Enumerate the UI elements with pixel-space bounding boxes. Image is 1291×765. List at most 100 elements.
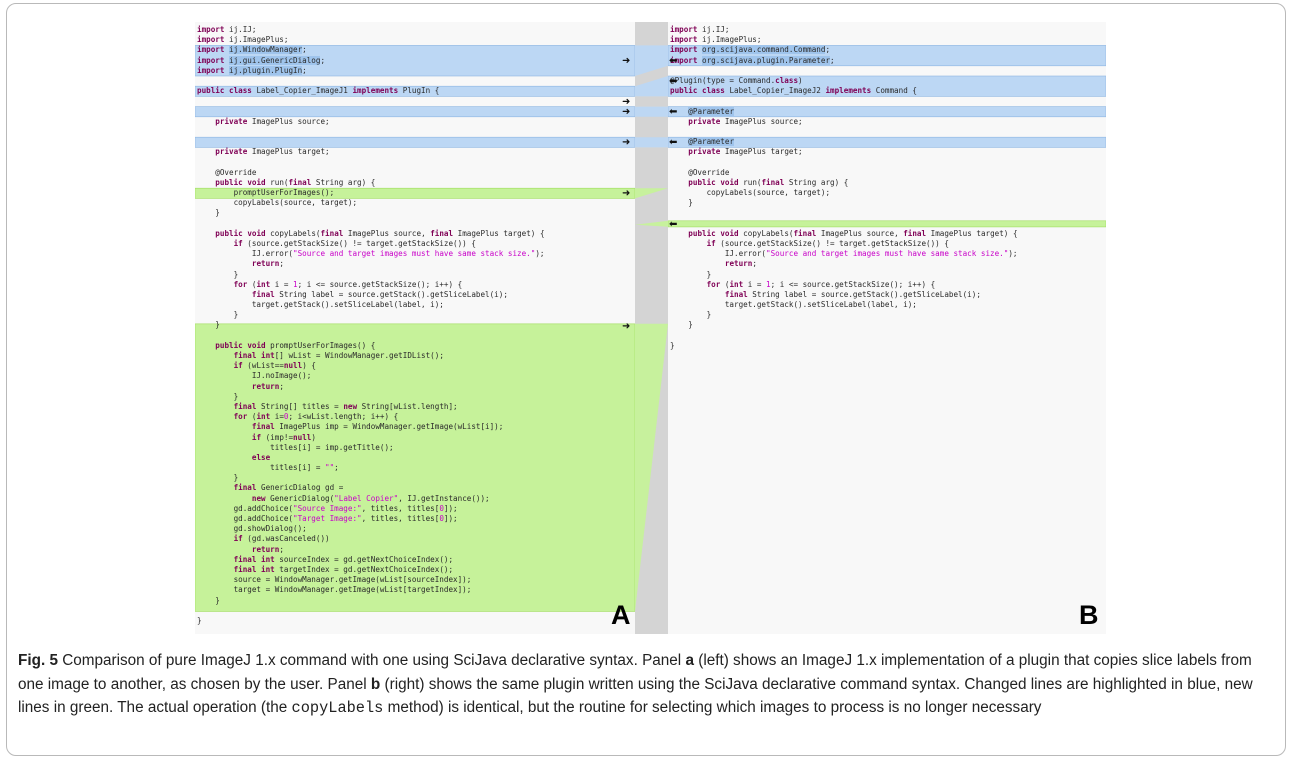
a-code-line [197, 127, 545, 137]
a-code-line: @Override [197, 167, 257, 177]
diff-gutter [635, 22, 668, 634]
a-code-line: public void promptUserForImages() { [215, 340, 376, 350]
a-code-line: final String[] titles = new String[wList… [233, 401, 458, 411]
a-code-line: IJ.noImage(); [197, 371, 312, 381]
b-code-line: for (int i = 1; i <= source.getStackSize… [706, 279, 936, 289]
a-code-line: source = WindowManager.getImage(wList[so… [197, 575, 472, 585]
caption-panel-b: b [370, 675, 381, 693]
a-code-line: return; [251, 381, 284, 391]
b-code-line: } [670, 340, 675, 350]
a-code-line: gd.showDialog(); [197, 524, 307, 534]
b-code-line: @Parameter [688, 106, 735, 116]
b-code-line [670, 331, 1018, 341]
a-code-line: target.getStack().setSliceLabel(label, i… [197, 300, 444, 310]
a-code-line [197, 157, 545, 167]
caption-text-1: Comparison of pure ImageJ 1.x command wi… [57, 652, 686, 669]
b-code-line: public void copyLabels(final ImagePlus s… [688, 228, 1018, 238]
a-code-line: import ij.WindowManager; [197, 45, 307, 55]
a-code-line: final String label = source.getStack().g… [251, 289, 508, 299]
b-code-line: target.getStack().setSliceLabel(label, i… [670, 300, 917, 310]
b-code-line: } [670, 310, 712, 320]
a-code-line: } [197, 269, 239, 279]
b-code-line [670, 157, 1018, 167]
a-code-line: if (gd.wasCanceled()) [233, 534, 330, 544]
b-code-line: private ImagePlus source; [688, 116, 803, 126]
a-code-line: titles[i] = imp.getTitle(); [197, 442, 394, 452]
a-code-line: public void copyLabels(final ImagePlus s… [215, 228, 545, 238]
b-code-line: return; [724, 259, 757, 269]
a-code-line: } [197, 391, 239, 401]
a-code-line: final int targetIndex = gd.getNextChoice… [233, 564, 454, 574]
a-code-line: } [197, 208, 220, 218]
b-code-line: @Plugin(type = Command.class) [670, 75, 803, 85]
a-code-line: public class Label_Copier_ImageJ1 implem… [197, 86, 440, 96]
a-code-line [197, 96, 545, 106]
b-code-line: @Override [670, 167, 730, 177]
a-code-line: final int sourceIndex = gd.getNextChoice… [233, 554, 454, 564]
a-code-line: private ImagePlus target; [215, 147, 330, 157]
a-code-line: } [197, 473, 239, 483]
a-code-line: return; [251, 544, 284, 554]
a-code-line: gd.addChoice("Source Image:", titles, ti… [197, 503, 458, 513]
diff-panel-b: import ij.IJ; import ij.ImagePlus; import … [668, 22, 1106, 634]
a-code-line: } [197, 595, 220, 605]
a-code-line: titles[i] = ""; [197, 463, 339, 473]
a-code-line [197, 606, 545, 616]
figure-caption: Fig. 5 Comparison of pure ImageJ 1.x com… [18, 649, 1276, 721]
b-code-line: } [670, 269, 712, 279]
b-code-line [670, 219, 1018, 229]
panel-label-b: B [1079, 600, 1099, 630]
caption-panel-a: a [685, 652, 694, 669]
caption-code: copyLabels [291, 699, 384, 717]
b-code-line: public void run(final String arg) { [688, 177, 849, 187]
a-code-line: if (source.getStackSize() != target.getS… [233, 238, 476, 248]
a-code-line: new GenericDialog("Label Copier", IJ.get… [251, 493, 490, 503]
b-code-line: import ij.IJ; [670, 25, 730, 34]
a-code-line: import ij.plugin.PlugIn; [197, 65, 307, 75]
a-code-line [197, 107, 545, 117]
code-block-b: import ij.IJ; import ij.ImagePlus; import … [670, 25, 1018, 351]
panel-label-a: A [611, 600, 631, 630]
b-code-line: } [670, 320, 693, 330]
a-code-line: } [197, 615, 202, 625]
b-code-line: } [670, 198, 693, 208]
caption-text-4: method) is identical, but the routine fo… [383, 699, 1042, 716]
a-code-line: import ij.gui.GenericDialog; [197, 55, 326, 65]
a-code-line: } [197, 310, 239, 320]
a-code-line: gd.addChoice("Target Image:", titles, ti… [197, 514, 458, 523]
b-code-line: public class Label_Copier_ImageJ2 implem… [670, 86, 917, 96]
a-code-line: else [251, 452, 271, 462]
a-code-line: promptUserForImages(); [197, 188, 335, 197]
a-code-line: copyLabels(source, target); [197, 198, 358, 208]
b-code-line: import org.scijava.command.Command; [670, 45, 831, 55]
a-code-line: return; [251, 259, 284, 269]
b-code-line [670, 208, 1018, 218]
a-code-line: if (wList==null) { [233, 361, 316, 371]
b-code-line: import org.scijava.plugin.Parameter; [670, 55, 835, 65]
a-code-line: final int[] wList = WindowManager.getIDL… [233, 351, 444, 360]
a-code-line: final ImagePlus imp = WindowManager.getI… [251, 422, 504, 432]
a-code-line: import ij.ImagePlus; [197, 35, 289, 45]
a-code-line [197, 137, 545, 147]
b-code-line [670, 66, 1018, 76]
b-code-line: import ij.ImagePlus; [670, 35, 762, 45]
a-code-line: target = WindowManager.getImage(wList[ta… [197, 585, 472, 595]
b-code-line: @Parameter [688, 137, 735, 147]
a-code-line [197, 219, 545, 229]
a-code-line: for (int i=0; i<wList.length; i++) { [233, 412, 399, 422]
b-code-line [670, 96, 1018, 106]
caption-label: Fig. 5 [18, 652, 58, 669]
a-code-line: final GenericDialog gd = [233, 483, 344, 493]
a-code-line [197, 76, 545, 86]
b-code-line: IJ.error("Source and target images must … [670, 249, 1018, 259]
b-code-line [670, 127, 1018, 137]
diff-panel-a: import ij.IJ; import ij.ImagePlus; import … [195, 22, 635, 634]
b-code-line: final String label = source.getStack().g… [724, 289, 981, 299]
b-code-line: if (source.getStackSize() != target.getS… [706, 238, 949, 248]
a-code-line: private ImagePlus source; [215, 116, 330, 126]
a-code-line: for (int i = 1; i <= source.getStackSize… [233, 279, 463, 289]
a-code-line [197, 331, 545, 341]
a-code-line: import ij.IJ; [197, 25, 257, 34]
b-code-line: private ImagePlus target; [688, 147, 803, 157]
code-block-a: import ij.IJ; import ij.ImagePlus; import … [197, 25, 545, 626]
